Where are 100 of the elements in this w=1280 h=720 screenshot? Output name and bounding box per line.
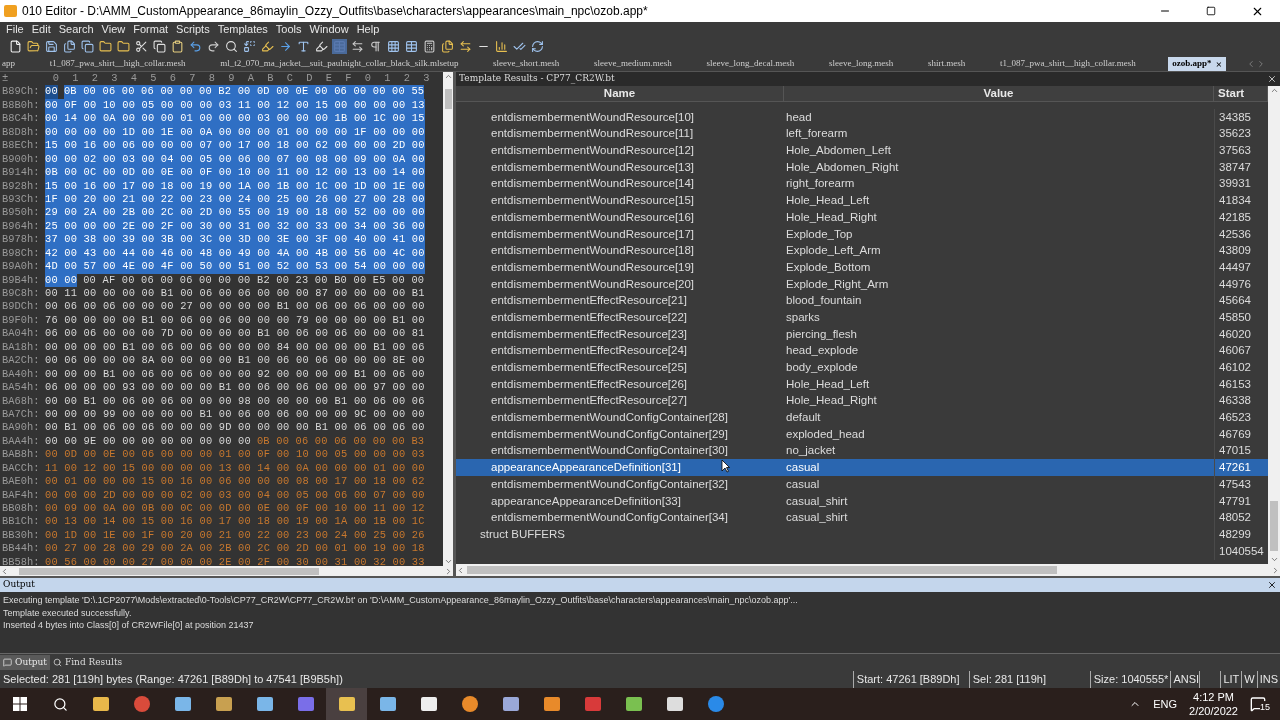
swap-icon[interactable]: [350, 39, 365, 54]
scroll-left-icon[interactable]: [456, 565, 465, 575]
column-header: 6: [168, 72, 177, 86]
menu-item[interactable]: Help: [352, 21, 384, 38]
file-tab[interactable]: ml_t2_070_ma_jacket__suit_paulnight_collar_black_silk.mlsetup: [218, 57, 461, 71]
menu-item[interactable]: Templates: [213, 21, 272, 38]
status-text: ANSI: [1170, 671, 1201, 688]
histogram-icon[interactable]: [494, 39, 509, 54]
calculator-icon[interactable]: [422, 39, 437, 54]
redo-icon[interactable]: [206, 39, 221, 54]
vertical-scrollbar[interactable]: [443, 72, 453, 566]
save-icon[interactable]: [44, 39, 59, 54]
row-offset: B89Ch:: [2, 85, 41, 99]
file-tab[interactable]: sleeve_long_decal.mesh: [704, 57, 797, 71]
output-line: Executing template 'D:\.1CP2077\Mods\extracted\0-Tools\CP77_CR2W\CP77_CR2W.bt' on 'D:\AMM_CustomAppearance_86maylin_Ozzy_Outfits\base\characters\appearances\main_npc\ozob.app'...: [3, 594, 799, 607]
arrows-icon[interactable]: [458, 39, 473, 54]
scroll-right-icon[interactable]: [1271, 565, 1280, 575]
menu-item[interactable]: Scripts: [172, 21, 214, 38]
menu-item[interactable]: View: [97, 21, 130, 38]
file-tab[interactable]: t1_087_pwa_shirt__high_collar.mesh: [47, 57, 188, 71]
files-icon[interactable]: [62, 39, 77, 54]
panel-tab[interactable]: Output: [0, 655, 50, 670]
menu-item[interactable]: Format: [129, 21, 173, 38]
result-row[interactable]: appearanceAppearanceDefinition[31] casual 47261: [456, 459, 1268, 477]
row-offset: BAE0h:: [2, 475, 41, 489]
name-cell: entdismembermentWoundConfigContainer[30]: [491, 444, 728, 457]
value-cell: Hole_Head_Left: [786, 377, 870, 390]
scrollbar-thumb[interactable]: [1270, 501, 1278, 551]
menu-item[interactable]: Window: [305, 21, 353, 38]
notification-button[interactable]: 15: [1250, 693, 1270, 715]
menu-item[interactable]: Tools: [271, 21, 306, 38]
scroll-left-icon[interactable]: [0, 566, 9, 576]
name-cell: struct BUFFERS: [480, 527, 565, 540]
name-cell: entdismembermentWoundConfigContainer[29]: [491, 427, 728, 440]
scrollbar-thumb[interactable]: [444, 89, 452, 109]
scroll-right-icon[interactable]: [444, 566, 453, 576]
undo-icon[interactable]: [188, 39, 203, 54]
menu-item[interactable]: Search: [54, 21, 98, 38]
file-tab[interactable]: sleeve_medium.mesh: [592, 57, 674, 71]
menu-item[interactable]: File: [2, 21, 28, 38]
column-header: A: [246, 72, 255, 86]
horizontal-scrollbar[interactable]: [0, 566, 453, 576]
file-tab[interactable]: app: [0, 57, 17, 71]
scroll-down-icon[interactable]: [1269, 555, 1279, 564]
close-icon[interactable]: [1267, 580, 1277, 590]
table-icon[interactable]: [404, 39, 419, 54]
copy-files-icon[interactable]: [80, 39, 95, 54]
name-cell: entdismembermentWoundConfigContainer[32]: [491, 477, 728, 490]
clock-time[interactable]: 4:12 PM: [1193, 690, 1234, 704]
value-cell: casual_shirt: [786, 511, 848, 524]
panel-tab[interactable]: Find Results: [49, 655, 126, 670]
arrow-right-icon[interactable]: [278, 39, 293, 54]
file-tab[interactable]: shirt.mesh: [925, 57, 968, 71]
file-tab[interactable]: ozob.app* ×: [1168, 57, 1226, 71]
horizontal-scrollbar[interactable]: [456, 564, 1280, 576]
scroll-up-icon[interactable]: [443, 72, 453, 81]
file-tab[interactable]: sleeve_short.mesh: [491, 57, 562, 71]
close-icon[interactable]: [1267, 74, 1277, 84]
row-offset: B978h:: [2, 233, 41, 247]
scrollbar-thumb[interactable]: [467, 566, 1057, 574]
row-offset: B9DCh:: [2, 300, 41, 314]
file-tab[interactable]: t1_087_pwa_shirt__high_collar.mesh: [997, 57, 1138, 71]
paste-icon[interactable]: [170, 39, 185, 54]
name-cell: entdismembermentWoundResource[10]: [491, 110, 695, 123]
start-cell-text: 46153: [1219, 376, 1251, 392]
search-icon[interactable]: [224, 39, 239, 54]
menu-item[interactable]: Edit: [27, 21, 55, 38]
font-icon[interactable]: [296, 39, 311, 54]
copy-icon[interactable]: [152, 39, 167, 54]
tab-close-icon[interactable]: ×: [1215, 55, 1222, 73]
column-header[interactable]: Value: [784, 86, 1214, 101]
app-icon[interactable]: [326, 688, 367, 720]
column-header: E: [324, 72, 333, 86]
row-offset: B9B4h:: [2, 273, 41, 287]
column-header: 1: [71, 72, 80, 86]
cut-icon[interactable]: [134, 39, 149, 54]
column-header[interactable]: Name: [456, 86, 784, 101]
highlighter-icon[interactable]: [260, 39, 275, 54]
name-cell: entdismembermentEffectResource[24]: [491, 344, 688, 357]
column-header: 2: [90, 72, 99, 86]
clock-date[interactable]: 2/20/2022: [1189, 704, 1238, 718]
row-offset: BB44h:: [2, 542, 41, 556]
value-cell: casual: [786, 461, 820, 474]
corner-icon: ±: [2, 72, 46, 86]
folders-icon[interactable]: [116, 39, 131, 54]
new-file-icon[interactable]: [8, 39, 23, 54]
open-folder-icon[interactable]: [26, 39, 41, 54]
row-offset: B98Ch:: [2, 246, 41, 261]
vertical-scrollbar[interactable]: [1268, 86, 1280, 564]
search-icon[interactable]: [52, 696, 68, 712]
scroll-down-icon[interactable]: [443, 557, 453, 566]
columns-icon[interactable]: [386, 39, 401, 54]
name-cell: entdismembermentWoundResource[13]: [491, 160, 695, 173]
file-tab[interactable]: sleeve_long.mesh: [826, 57, 896, 71]
pilcrow-icon[interactable]: [368, 39, 383, 54]
column-header: 9: [227, 72, 236, 86]
start-cell-text: 46769: [1219, 426, 1251, 442]
language-indicator[interactable]: ENG: [1153, 695, 1178, 713]
folder-icon[interactable]: [98, 39, 113, 54]
scrollbar-thumb[interactable]: [19, 567, 319, 575]
